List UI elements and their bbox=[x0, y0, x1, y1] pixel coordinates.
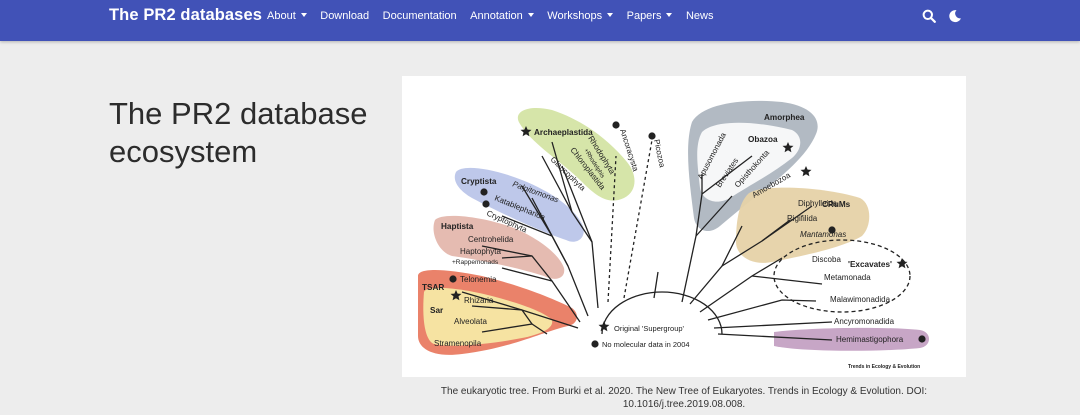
nav-icons bbox=[922, 9, 962, 23]
legend-dot-text: No molecular data in 2004 bbox=[602, 340, 690, 349]
label-rigifilida: Rigifilida bbox=[787, 214, 818, 223]
caret-down-icon bbox=[666, 13, 673, 17]
search-icon[interactable] bbox=[922, 9, 936, 23]
caret-down-icon bbox=[527, 13, 534, 17]
nav-menu: About Download Documentation Annotation … bbox=[267, 10, 727, 22]
nav-papers[interactable]: Papers bbox=[627, 10, 673, 22]
legend-star-text: Original 'Supergroup' bbox=[614, 324, 685, 333]
tree-diagram: Archaeplastida Cryptista Haptista TSAR S… bbox=[418, 100, 929, 370]
page-title: The PR2 database ecosystem bbox=[109, 95, 368, 169]
label-tsar: TSAR bbox=[422, 283, 444, 292]
label-diphyllatea: Diphylleida bbox=[798, 199, 838, 208]
label-archaeplastida: Archaeplastida bbox=[534, 128, 593, 137]
label-ancyromonadida: Ancyromonadida bbox=[834, 317, 895, 326]
label-obazoa: Obazoa bbox=[748, 135, 778, 144]
label-excavates: 'Excavates' bbox=[848, 260, 892, 269]
label-picozoa: Picozoa bbox=[652, 139, 667, 169]
caret-down-icon bbox=[300, 13, 307, 17]
label-cryptista: Cryptista bbox=[461, 177, 497, 186]
star-icon bbox=[896, 258, 908, 269]
nav-download[interactable]: Download bbox=[320, 10, 369, 22]
label-sar: Sar bbox=[430, 306, 444, 315]
nav-about-label: About bbox=[267, 10, 296, 22]
nav-papers-label: Papers bbox=[626, 10, 662, 22]
label-hemimastigophora: Hemimastigophora bbox=[836, 335, 904, 344]
figure-credit: Trends in Ecology & Evolution bbox=[848, 364, 920, 370]
star-icon bbox=[598, 321, 610, 332]
label-telonemia: Telonemia bbox=[460, 275, 497, 284]
label-mantamonas: Mantamonas bbox=[800, 230, 846, 239]
nav-annotation[interactable]: Annotation bbox=[470, 10, 534, 22]
star-icon bbox=[800, 166, 812, 177]
nav-about[interactable]: About bbox=[267, 10, 307, 22]
caret-down-icon bbox=[607, 13, 614, 17]
label-rhizaria: Rhizaria bbox=[464, 296, 494, 305]
brand-link[interactable]: The PR2 databases bbox=[109, 6, 262, 25]
navbar: The PR2 databases About Download Documen… bbox=[0, 0, 1080, 41]
figure-caption: The eukaryotic tree. From Burki et al. 2… bbox=[440, 386, 928, 410]
nav-news-label: News bbox=[685, 10, 714, 22]
label-discoba: Discoba bbox=[812, 255, 841, 264]
label-amorphea: Amorphea bbox=[764, 113, 805, 122]
label-alveolata: Alveolata bbox=[454, 317, 487, 326]
moon-icon[interactable] bbox=[948, 9, 962, 23]
label-metamonada: Metamonada bbox=[824, 273, 871, 282]
label-rappemonads: +Rappemonads bbox=[452, 259, 499, 266]
label-haptista: Haptista bbox=[441, 222, 474, 231]
label-haptophyta: Haptophyta bbox=[460, 247, 501, 256]
nav-news[interactable]: News bbox=[686, 10, 714, 22]
nav-documentation[interactable]: Documentation bbox=[383, 10, 457, 22]
nav-download-label: Download bbox=[320, 10, 370, 22]
eukaryotic-tree-figure: Archaeplastida Cryptista Haptista TSAR S… bbox=[402, 76, 966, 377]
nav-documentation-label: Documentation bbox=[382, 10, 457, 22]
label-centrohelida: Centrohelida bbox=[468, 235, 514, 244]
nav-workshops-label: Workshops bbox=[547, 10, 603, 22]
label-stramenopila: Stramenopila bbox=[434, 339, 482, 348]
nav-annotation-label: Annotation bbox=[470, 10, 523, 22]
nav-workshops[interactable]: Workshops bbox=[547, 10, 614, 22]
label-malawimonadida: Malawimonadida bbox=[830, 295, 891, 304]
